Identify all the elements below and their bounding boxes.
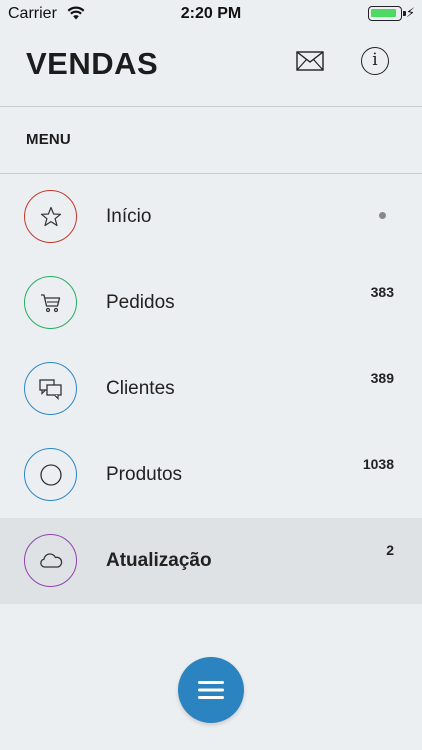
count-badge: 383 bbox=[370, 284, 394, 300]
count-badge: 1038 bbox=[362, 456, 394, 472]
hamburger-menu-icon bbox=[198, 681, 224, 699]
menu-item-label: Produtos bbox=[106, 464, 183, 485]
cart-icon bbox=[24, 276, 77, 329]
menu-item-atualizacao[interactable]: Atualização 2 bbox=[0, 518, 422, 604]
menu-item-produtos[interactable]: Produtos 1038 bbox=[0, 432, 422, 518]
menu-item-label: Atualização bbox=[106, 550, 212, 571]
menu-item-inicio[interactable]: Início bbox=[0, 174, 422, 260]
status-dot bbox=[379, 212, 386, 219]
count-badge: 389 bbox=[370, 370, 394, 386]
menu-item-pedidos[interactable]: Pedidos 383 bbox=[0, 260, 422, 346]
mail-icon[interactable] bbox=[296, 51, 324, 71]
menu-item-label: Clientes bbox=[106, 378, 175, 399]
page-title: VENDAS bbox=[26, 46, 159, 81]
app-header: VENDAS i bbox=[0, 30, 422, 106]
star-icon bbox=[24, 190, 77, 243]
status-bar: Carrier 2:20 PM ⚡ bbox=[0, 0, 422, 30]
count-badge: 2 bbox=[386, 542, 394, 558]
menu-section-label: MENU bbox=[26, 131, 71, 148]
circle-icon bbox=[24, 448, 77, 501]
menu-list: Início Pedidos 383 Clientes 389 Produtos… bbox=[0, 174, 422, 604]
app-screen: Carrier 2:20 PM ⚡ VENDAS i MENU Início P… bbox=[0, 0, 422, 750]
menu-item-label: Início bbox=[106, 206, 152, 227]
header-divider bbox=[0, 106, 422, 107]
menu-item-clientes[interactable]: Clientes 389 bbox=[0, 346, 422, 432]
cloud-icon bbox=[24, 534, 77, 587]
menu-item-label: Pedidos bbox=[106, 292, 175, 313]
status-time: 2:20 PM bbox=[180, 5, 242, 22]
info-icon[interactable]: i bbox=[361, 47, 389, 75]
battery-icon bbox=[368, 6, 406, 21]
charging-bolt-icon: ⚡ bbox=[406, 5, 416, 20]
menu-fab-button[interactable] bbox=[178, 657, 244, 723]
chat-bubbles-icon bbox=[24, 362, 77, 415]
